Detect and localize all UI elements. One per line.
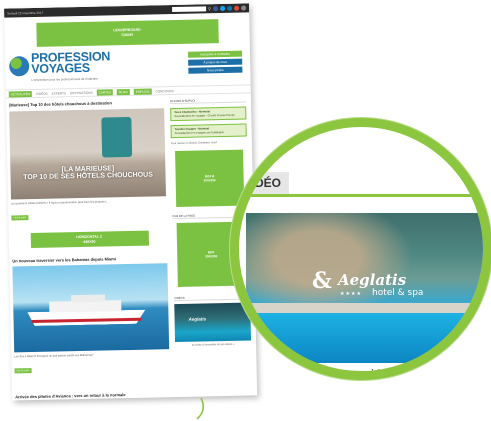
aeglatis-logo-text: Aeglatis xyxy=(338,271,407,289)
hotel-stars: ★★★★ xyxy=(340,291,362,297)
aeglatis-logo-icon: & xyxy=(312,268,332,294)
pool-water xyxy=(246,313,483,363)
tab-underline xyxy=(239,194,483,197)
video-tab[interactable]: VIDÉO xyxy=(239,172,289,194)
magnifier-lens: VIDÉO & Aeglatis ★★★★ hotel & spa Accéde… xyxy=(230,118,491,380)
video-player[interactable]: & Aeglatis ★★★★ hotel & spa xyxy=(246,213,483,363)
hotel-subtitle: hotel & spa xyxy=(372,288,424,298)
connector-line xyxy=(196,397,205,420)
